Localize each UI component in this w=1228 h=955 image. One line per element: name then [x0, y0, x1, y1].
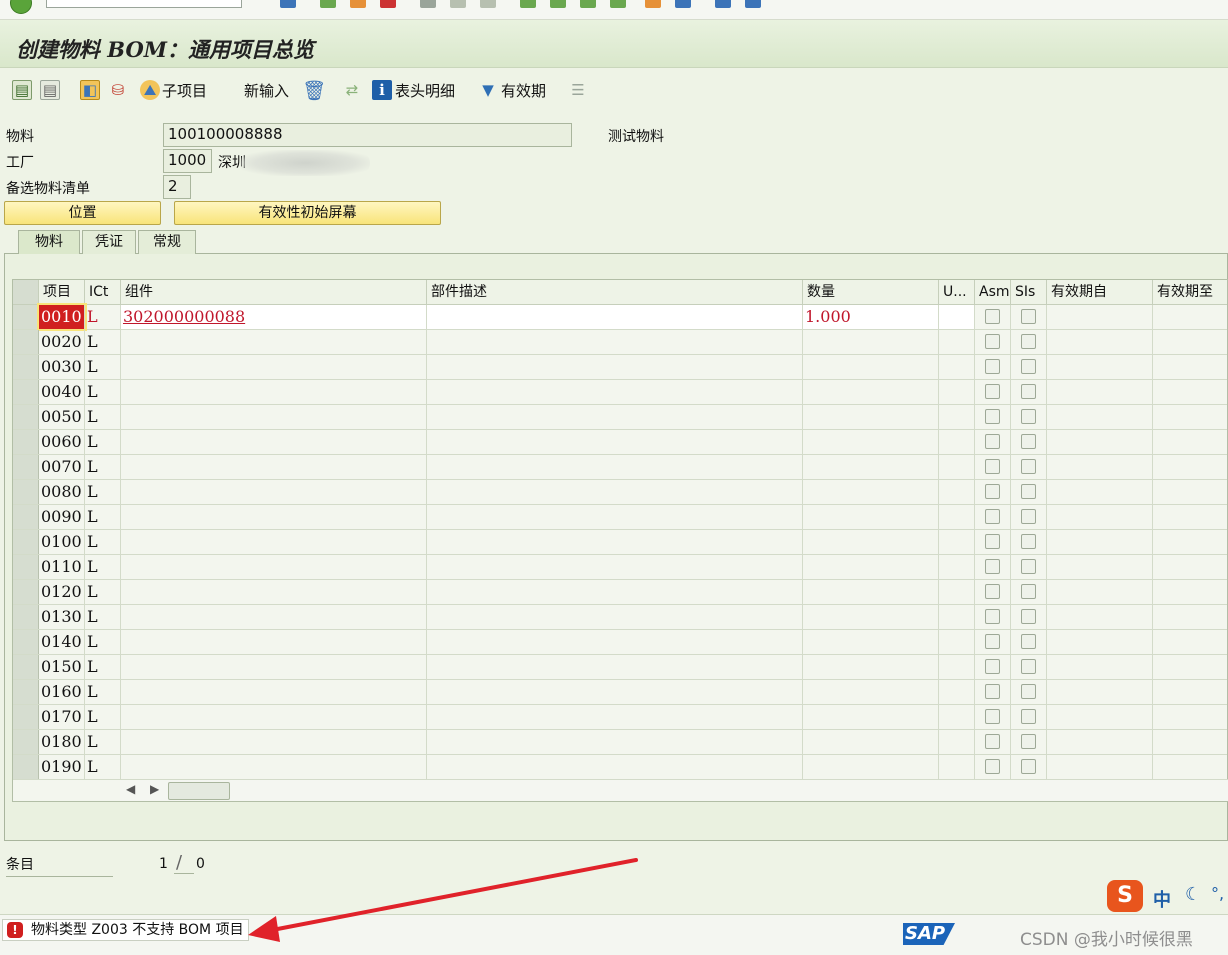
arrow-head	[248, 916, 280, 942]
annotation-arrow	[248, 858, 638, 942]
arrow-line	[260, 858, 638, 934]
